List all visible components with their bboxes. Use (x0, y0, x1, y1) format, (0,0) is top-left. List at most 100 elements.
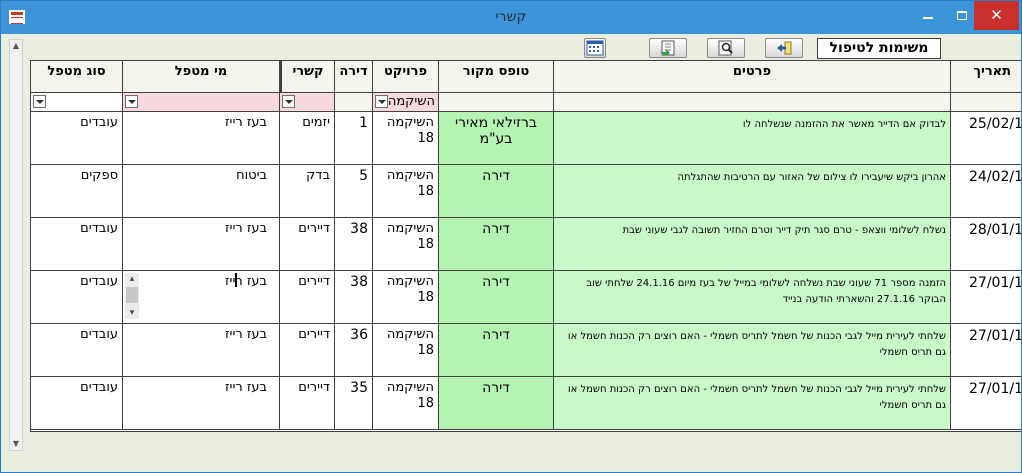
cell-text: השיקמה 18 (386, 221, 434, 252)
cell-details[interactable]: נשלח לשלומי ווצאפ - טרם סגר תיק דייר וטר… (554, 218, 951, 271)
filter-handler[interactable] (123, 93, 280, 112)
filter-date (951, 93, 1021, 112)
cell-form-source[interactable]: דירה (439, 324, 554, 377)
cell-details[interactable]: לבדוק אם הדייר מאשר את ההזמנה שנשלחה לו (554, 112, 951, 165)
export-button[interactable] (649, 38, 687, 58)
header-handler[interactable]: מי מטפל (123, 61, 280, 93)
cell-details[interactable]: הזמנה מספר 71 שעוני שבת נשלחה לשלומי במי… (554, 271, 951, 324)
minimize-button[interactable] (911, 1, 945, 30)
scroll-down-arrow-icon[interactable]: ▾ (125, 307, 139, 319)
cell-form-source[interactable]: דירה (439, 165, 554, 218)
cell-project[interactable]: השיקמה 18 (373, 218, 439, 271)
scroll-up-arrow-icon[interactable]: ▴ (125, 273, 139, 285)
cell-project[interactable]: השיקמה 18 (373, 165, 439, 218)
cell-handler-type[interactable]: עובדים (31, 324, 123, 377)
cell-apartment[interactable]: 5 (335, 165, 373, 218)
cell-apartment[interactable]: 35 (335, 377, 373, 430)
cell-apartment[interactable]: 38 (335, 218, 373, 271)
cell-form-source[interactable]: ברזילאי מאירי בע"מ (439, 112, 554, 165)
cell-handler[interactable]: בעז רייז (123, 324, 280, 377)
cell-project[interactable]: השיקמה 18 (373, 271, 439, 324)
cell-handler-type[interactable]: עובדים (31, 218, 123, 271)
cell-contact[interactable]: דיירים (280, 377, 335, 430)
header-details[interactable]: פרטים (554, 61, 951, 93)
scroll-up-arrow-icon[interactable]: ▲ (10, 40, 22, 52)
calendar-button[interactable] (584, 38, 606, 58)
cell-text: דיירים (298, 274, 330, 289)
cell-project[interactable]: השיקמה 18 (373, 377, 439, 430)
grid-bottom-border (30, 431, 1021, 432)
cell-text: בעז רייז (225, 115, 267, 130)
cell-apartment[interactable]: 36 (335, 324, 373, 377)
close-button[interactable]: ✕ (974, 1, 1019, 30)
cell-scrollbar[interactable]: ▴ ▾ (125, 273, 139, 319)
cell-text: אהרון ביקש שיעבירו לו צילום של האזור עם … (677, 172, 947, 183)
cell-handler-type[interactable]: עובדים (31, 377, 123, 430)
cell-handler[interactable]: בעז רייז ▴ ▾ (123, 271, 280, 324)
cell-text: לבדוק אם הדייר מאשר את ההזמנה שנשלחה לו (742, 119, 946, 130)
header-apartment[interactable]: דירה (335, 61, 373, 93)
cell-date[interactable]: 24/02/1 (951, 165, 1022, 218)
search-button[interactable] (707, 38, 745, 58)
cell-text: השיקמה 18 (386, 274, 434, 305)
cell-handler[interactable]: בעז רייז (123, 377, 280, 430)
app-window: קשרי ✕ ▲ ▼ משימות לטיפול סוג מטפל מי מטפ… (0, 0, 1022, 473)
cell-handler-type[interactable]: עובדים (31, 271, 123, 324)
dropdown-arrow-icon[interactable] (375, 95, 388, 108)
cell-contact[interactable]: דיירים (280, 271, 335, 324)
back-arrow-icon (777, 41, 792, 55)
cell-handler[interactable]: ביטוח (123, 165, 280, 218)
cell-text: 1 (359, 115, 368, 131)
cell-handler-type[interactable]: ספקים (31, 165, 123, 218)
cell-text: עובדים (80, 221, 118, 236)
cell-date[interactable]: 27/01/1 (951, 377, 1022, 430)
cell-text: עובדים (80, 274, 118, 289)
scroll-down-arrow-icon[interactable]: ▼ (10, 438, 22, 450)
dropdown-arrow-icon[interactable] (125, 95, 138, 108)
header-form-source[interactable]: טופס מקור (439, 61, 554, 93)
cell-text: בעז רייז (225, 380, 267, 395)
header-date[interactable]: תאריך (951, 61, 1021, 93)
filter-handler-type[interactable] (31, 93, 123, 112)
cell-details[interactable]: שלחתי לעירית מייל לגבי הכנות של חשמל לתר… (554, 324, 951, 377)
cell-contact[interactable]: דיירים (280, 218, 335, 271)
back-button[interactable] (765, 38, 803, 58)
cell-date[interactable]: 25/02/1 (951, 112, 1021, 165)
scroll-thumb[interactable] (126, 287, 138, 303)
cell-apartment[interactable]: 1 (335, 112, 373, 165)
cell-contact[interactable]: דיירים (280, 324, 335, 377)
cell-text: עובדים (80, 380, 118, 395)
cell-details[interactable]: שלחתי לעירית מייל לגבי הכנות של חשמל לתר… (554, 377, 951, 430)
cell-text: דירה (482, 168, 510, 184)
cell-date[interactable]: 28/01/1 (951, 218, 1021, 271)
cell-apartment[interactable]: 38 (335, 271, 373, 324)
cell-form-source[interactable]: דירה (439, 218, 554, 271)
cell-details[interactable]: אהרון ביקש שיעבירו לו צילום של האזור עם … (554, 165, 951, 218)
cell-form-source[interactable]: דירה (439, 271, 554, 324)
cell-text: 24/02/1 (969, 169, 1022, 185)
cell-text: 36 (350, 327, 368, 343)
cell-contact[interactable]: יזמים (280, 112, 335, 165)
cell-date[interactable]: 27/01/1 (951, 271, 1021, 324)
header-contact[interactable]: קשרי (280, 61, 335, 93)
header-handler-type[interactable]: סוג מטפל (31, 61, 123, 93)
filter-details (554, 93, 951, 112)
cell-project[interactable]: השיקמה 18 (373, 324, 439, 377)
cell-text: דיירים (298, 327, 330, 342)
cell-project[interactable]: השיקמה 18 (373, 112, 439, 165)
header-project[interactable]: פרויקט (373, 61, 439, 93)
cell-text: הזמנה מספר 71 שעוני שבת נשלחה לשלומי במי… (586, 278, 946, 305)
cell-handler[interactable]: בעז רייז (123, 112, 280, 165)
cell-handler[interactable]: בעז רייז (123, 218, 280, 271)
cell-text: 27/01/1 (969, 381, 1022, 397)
cell-form-source[interactable]: דירה (439, 377, 554, 430)
cell-contact[interactable]: בדק (280, 165, 335, 218)
vertical-scrollbar[interactable]: ▲ ▼ (9, 39, 23, 451)
cell-date[interactable]: 27/01/1 (951, 324, 1022, 377)
dropdown-arrow-icon[interactable] (33, 95, 46, 108)
cell-handler-type[interactable]: עובדים (31, 112, 123, 165)
cell-text: 27/01/1 (969, 328, 1022, 344)
dropdown-arrow-icon[interactable] (282, 95, 295, 108)
filter-project[interactable]: השיקמה (373, 93, 439, 112)
filter-contact[interactable] (280, 93, 335, 112)
